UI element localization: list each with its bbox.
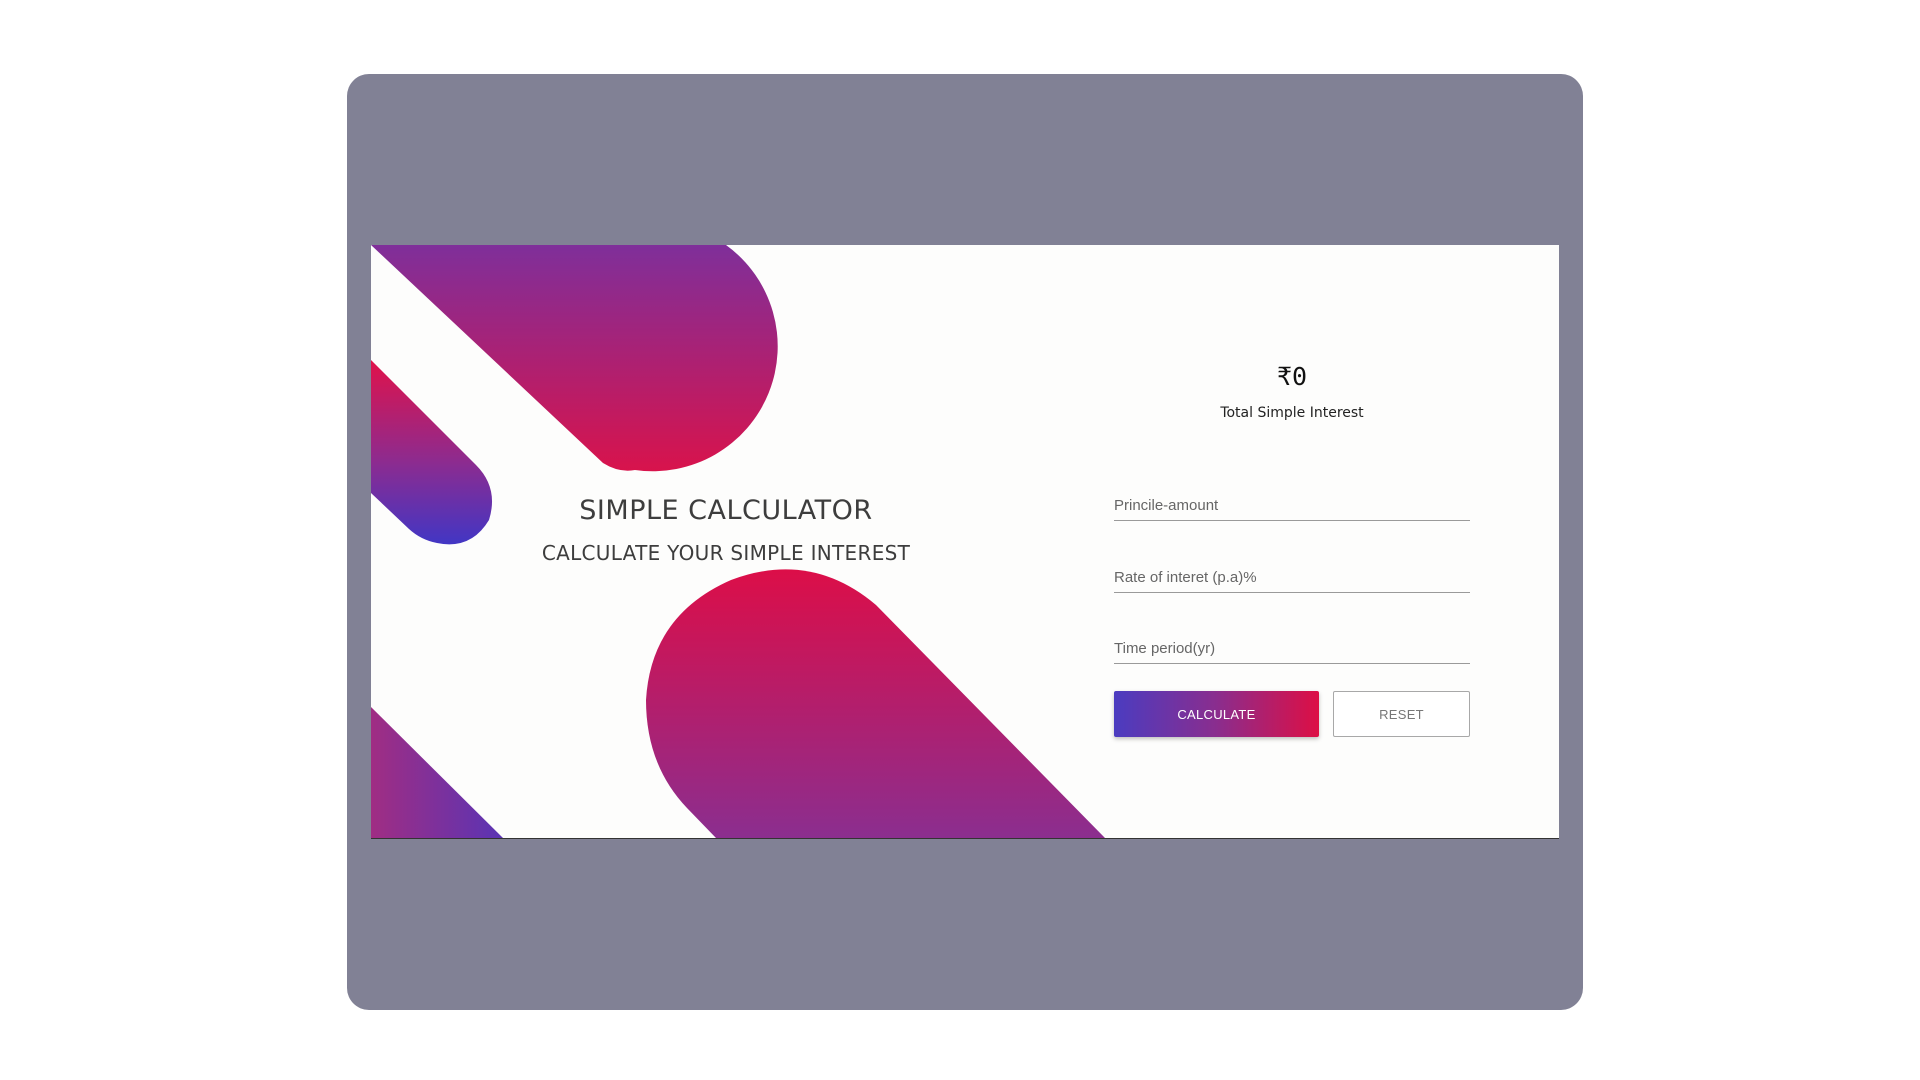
bottom-left-pill-shape <box>371 707 503 838</box>
time-input[interactable] <box>1114 633 1470 663</box>
interest-result-label: Total Simple Interest <box>1220 405 1364 421</box>
center-pill-shape <box>646 569 1105 838</box>
calculator-card: SIMPLE CALCULATOR CALCULATE YOUR SIMPLE … <box>371 245 1559 839</box>
rate-input[interactable] <box>1114 562 1470 592</box>
app-title: SIMPLE CALCULATOR <box>579 495 873 526</box>
time-field <box>1114 633 1470 664</box>
principal-input[interactable] <box>1114 490 1470 520</box>
calculate-button-label: CALCULATE <box>1177 706 1256 722</box>
calculate-button[interactable]: CALCULATE <box>1114 691 1319 737</box>
principal-field <box>1114 490 1470 521</box>
app-subtitle: CALCULATE YOUR SIMPLE INTEREST <box>541 541 911 565</box>
interest-result-value: ₹0 <box>1276 362 1308 391</box>
rate-field <box>1114 562 1470 593</box>
reset-button[interactable]: RESET <box>1333 691 1470 737</box>
reset-button-label: RESET <box>1379 706 1424 722</box>
